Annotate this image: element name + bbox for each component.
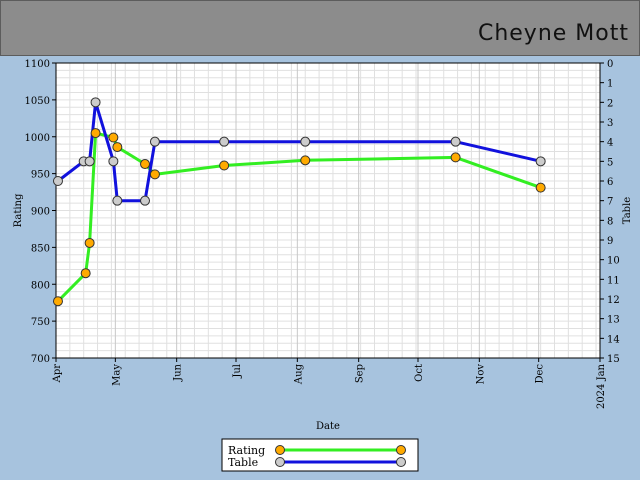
data-point-table <box>300 136 311 147</box>
data-point-rating <box>140 159 151 170</box>
y-right-tick-label: 15 <box>607 354 620 365</box>
legend-marker-table <box>396 457 406 467</box>
data-point-table <box>52 176 63 186</box>
legend-marker-rating <box>396 445 406 455</box>
y-right-tick-label: 2 <box>607 98 613 109</box>
y-right-tick-label: 13 <box>607 315 620 326</box>
data-point-table <box>149 136 160 147</box>
y-right-tick-label: 6 <box>607 177 613 188</box>
y-right-axis-title: Table <box>622 197 633 224</box>
x-tick-label: Sep <box>355 364 366 383</box>
data-point-table <box>108 156 119 167</box>
data-point-rating <box>52 296 63 307</box>
y-right-tick-label: 14 <box>607 334 620 345</box>
data-point-rating <box>90 128 101 139</box>
data-point-table <box>219 136 230 147</box>
y-left-tick-label: 750 <box>31 317 50 328</box>
x-tick-label: Jun <box>173 363 184 381</box>
data-point-table <box>535 156 546 167</box>
data-point-table <box>112 195 123 206</box>
legend-marker-rating <box>275 445 285 455</box>
y-right-tick-label: 9 <box>607 236 613 247</box>
legend: RatingTable <box>221 438 419 472</box>
data-point-rating <box>84 237 95 248</box>
x-tick-label: 2024 Jan <box>596 363 607 409</box>
y-right-tick-label: 0 <box>607 59 613 70</box>
x-tick-label: Jul <box>232 364 243 379</box>
data-point-rating <box>219 160 230 171</box>
data-point-rating <box>535 182 546 193</box>
x-axis-title: Date <box>316 421 340 432</box>
y-right-tick-label: 8 <box>607 216 613 227</box>
y-right-tick-label: 11 <box>607 275 620 286</box>
y-right-tick-label: 10 <box>607 256 620 267</box>
y-right-tick-label: 1 <box>607 79 613 90</box>
x-tick-label: Oct <box>414 364 425 382</box>
legend-label-table: Table <box>228 456 258 469</box>
y-right-tick-label: 4 <box>607 138 613 149</box>
data-point-table <box>140 195 151 206</box>
y-left-tick-label: 1000 <box>25 133 50 144</box>
y-left-tick-label: 700 <box>31 354 50 365</box>
data-point-table <box>84 156 95 167</box>
y-left-tick-label: 950 <box>31 170 50 181</box>
data-point-rating <box>112 142 123 153</box>
y-left-tick-label: 900 <box>31 207 50 218</box>
data-point-table <box>90 97 101 108</box>
x-tick-label: May <box>111 364 122 386</box>
y-right-tick-label: 3 <box>607 118 613 129</box>
x-tick-label: Aug <box>293 363 304 385</box>
data-point-table <box>450 136 461 147</box>
page: Cheyne Mott 700 750 800 850 900 950 1000 1050 11… <box>0 0 640 480</box>
rating-table-chart: 700750800850900950100010501100 0123456789… <box>13 59 633 472</box>
y-right-tick-label: 5 <box>607 157 613 168</box>
data-point-rating <box>149 169 160 180</box>
y-left-tick-label: 800 <box>31 280 50 291</box>
y-left-axis-title: Rating <box>13 193 24 227</box>
data-point-rating <box>108 132 119 143</box>
data-point-rating <box>80 268 91 279</box>
y-left-tick-label: 1100 <box>25 59 50 70</box>
y-left-tick-label: 850 <box>31 243 50 254</box>
data-point-rating <box>300 155 311 166</box>
legend-marker-table <box>275 457 285 467</box>
data-point-rating <box>450 152 461 163</box>
x-tick-label: Nov <box>475 364 486 385</box>
x-tick-label: Apr <box>52 364 63 384</box>
y-right-tick-label: 12 <box>607 295 620 306</box>
y-left-tick-label: 1050 <box>25 96 50 107</box>
x-tick-label: Dec <box>535 364 546 384</box>
y-right-tick-label: 7 <box>607 197 613 208</box>
